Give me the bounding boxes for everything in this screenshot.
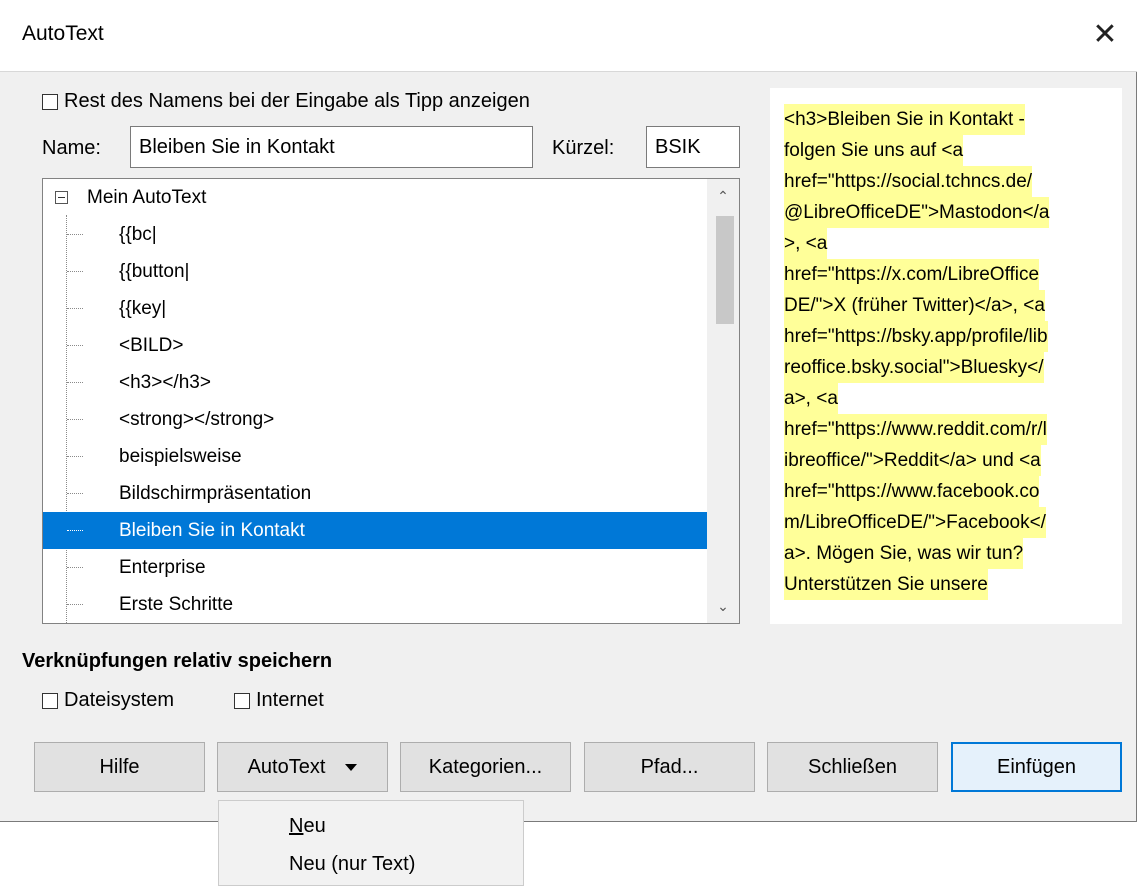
preview-line: reoffice.bsky.social">Bluesky</ bbox=[784, 352, 1044, 383]
scroll-down-icon[interactable]: ⌄ bbox=[707, 589, 739, 623]
preview-line: a>, <a bbox=[784, 383, 838, 414]
preview-line: >, <a bbox=[784, 228, 828, 259]
tree-root-node[interactable]: Mein AutoText bbox=[43, 179, 707, 216]
tree-item[interactable]: <h3></h3> bbox=[43, 364, 707, 401]
autotext-dropdown-menu: Neu Neu (nur Text) bbox=[218, 800, 524, 886]
internet-checkbox[interactable]: Internet bbox=[234, 689, 324, 712]
preview-line: DE/">X (früher Twitter)</a>, <a bbox=[784, 290, 1045, 321]
shortcut-label: Kürzel: bbox=[552, 137, 615, 159]
menu-item-new[interactable]: Neu bbox=[289, 815, 326, 838]
preview-line: Unterstützen Sie unsere bbox=[784, 569, 988, 600]
checkbox-box[interactable] bbox=[42, 93, 58, 110]
preview-line: @LibreOfficeDE">Mastodon</a bbox=[784, 197, 1050, 228]
scroll-up-icon[interactable]: ⌃ bbox=[707, 179, 739, 213]
categories-button[interactable]: Kategorien... bbox=[400, 742, 571, 792]
mnemonic-letter: N bbox=[289, 815, 304, 837]
name-label: Name: bbox=[42, 137, 101, 159]
checkbox-box[interactable] bbox=[42, 692, 58, 709]
menu-item-new-text-only[interactable]: Neu (nur Text) bbox=[289, 853, 415, 876]
filesystem-label: Dateisystem bbox=[64, 689, 175, 711]
insert-button[interactable]: Einfügen bbox=[951, 742, 1122, 792]
show-tip-label: Rest des Namens bei der Eingabe als Tipp… bbox=[64, 90, 530, 112]
preview-line: folgen Sie uns auf <a bbox=[784, 135, 964, 166]
tree-item-selected[interactable]: Bleiben Sie in Kontakt bbox=[43, 512, 707, 549]
name-input[interactable]: Bleiben Sie in Kontakt bbox=[130, 126, 533, 168]
preview-line: ibreoffice/">Reddit</a> und <a bbox=[784, 445, 1041, 476]
preview-line: href="https://bsky.app/profile/lib bbox=[784, 321, 1048, 352]
scroll-thumb[interactable] bbox=[716, 216, 734, 324]
tree-item[interactable]: {{button| bbox=[43, 253, 707, 290]
collapse-icon[interactable] bbox=[55, 191, 68, 204]
close-icon[interactable]: ✕ bbox=[1073, 0, 1137, 72]
preview-line: <h3>Bleiben Sie in Kontakt - bbox=[784, 104, 1025, 135]
tree-item[interactable]: beispielsweise bbox=[43, 438, 707, 475]
tree-item[interactable]: Erste Schritte bbox=[43, 586, 707, 623]
autotext-button-label: AutoText bbox=[247, 756, 326, 778]
tree-item[interactable]: Bildschirmpräsentation bbox=[43, 475, 707, 512]
close-button[interactable]: Schließen bbox=[767, 742, 938, 792]
autotext-menu-button[interactable]: AutoText bbox=[217, 742, 388, 792]
filesystem-checkbox[interactable]: Dateisystem bbox=[42, 689, 174, 712]
tree-item[interactable]: {{key| bbox=[43, 290, 707, 327]
help-button[interactable]: Hilfe bbox=[34, 742, 205, 792]
links-section-title: Verknüpfungen relativ speichern bbox=[22, 650, 333, 672]
path-button[interactable]: Pfad... bbox=[584, 742, 755, 792]
preview-line: a>. Mögen Sie, was wir tun? bbox=[784, 538, 1024, 569]
autotext-tree[interactable]: Mein AutoText {{bc| {{button| {{key| <BI… bbox=[42, 178, 740, 624]
tree-item[interactable]: <BILD> bbox=[43, 327, 707, 364]
preview-line: href="https://social.tchncs.de/ bbox=[784, 166, 1033, 197]
tree-item[interactable]: Enterprise bbox=[43, 549, 707, 586]
tree-scrollbar[interactable]: ⌃ ⌄ bbox=[707, 179, 739, 623]
window-title: AutoText bbox=[22, 22, 104, 45]
tree-item[interactable]: {{bc| bbox=[43, 216, 707, 253]
tree-item[interactable]: <strong></strong> bbox=[43, 401, 707, 438]
shortcut-input[interactable]: BSIK bbox=[646, 126, 740, 168]
menu-item-new-label: eu bbox=[303, 815, 326, 837]
preview-line: href="https://www.facebook.co bbox=[784, 476, 1040, 507]
preview-line: href="https://x.com/LibreOffice bbox=[784, 259, 1040, 290]
preview-line: href="https://www.reddit.com/r/l bbox=[784, 414, 1047, 445]
checkbox-box[interactable] bbox=[234, 692, 250, 709]
show-tip-checkbox[interactable]: Rest des Namens bei der Eingabe als Tipp… bbox=[42, 90, 530, 113]
internet-label: Internet bbox=[256, 689, 324, 711]
preview-line: m/LibreOfficeDE/">Facebook</ bbox=[784, 507, 1046, 538]
autotext-dialog: AutoText ✕ Rest des Namens bei der Einga… bbox=[0, 0, 1137, 822]
title-bar: AutoText ✕ bbox=[0, 0, 1137, 72]
dropdown-arrow-icon bbox=[345, 764, 358, 772]
autotext-preview: <h3>Bleiben Sie in Kontakt - folgen Sie … bbox=[770, 88, 1122, 624]
tree-root-label: Mein AutoText bbox=[87, 187, 207, 208]
